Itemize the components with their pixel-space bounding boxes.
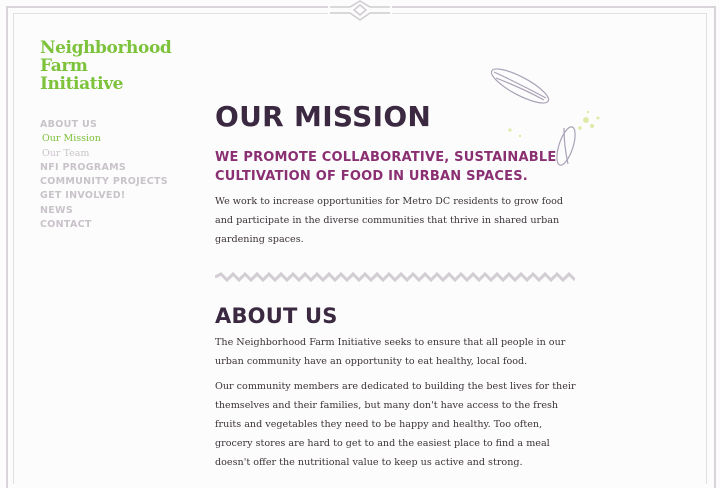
logo-line-2: Farm [40, 56, 88, 76]
nav-contact[interactable]: CONTACT [40, 218, 168, 232]
mission-body: We work to increase opportunities for Me… [215, 196, 564, 245]
logo-line-1: Neighborhood [40, 38, 172, 58]
nav-our-team[interactable]: Our Team [40, 147, 168, 161]
frame-ornament [328, 0, 392, 22]
about-paragraph-2: Our community members are dedicated to b… [215, 381, 576, 468]
logo-line-3: Initiative [40, 74, 124, 94]
nav-get-involved[interactable]: GET INVOLVED! [40, 189, 168, 203]
section-divider [215, 272, 575, 282]
about-paragraph-1: The Neighborhood Farm Initiative seeks t… [215, 337, 566, 367]
nav-nfi-programs[interactable]: NFI PROGRAMS [40, 161, 168, 175]
mission-tagline: WE PROMOTE COLLABORATIVE, SUSTAINABLE CU… [215, 150, 557, 184]
nav-community-projects[interactable]: COMMUNITY PROJECTS [40, 175, 168, 189]
nav-news[interactable]: NEWS [40, 204, 168, 218]
nav-about-us[interactable]: ABOUT US [40, 118, 168, 132]
sidebar-nav: ABOUT US Our Mission Our Team NFI PROGRA… [40, 118, 168, 232]
mission-heading: OUR MISSION [215, 100, 432, 133]
nav-our-mission[interactable]: Our Mission [40, 132, 168, 146]
site-logo[interactable]: Neighborhood Farm Initiative [40, 38, 172, 94]
about-heading: ABOUT US [215, 304, 338, 328]
